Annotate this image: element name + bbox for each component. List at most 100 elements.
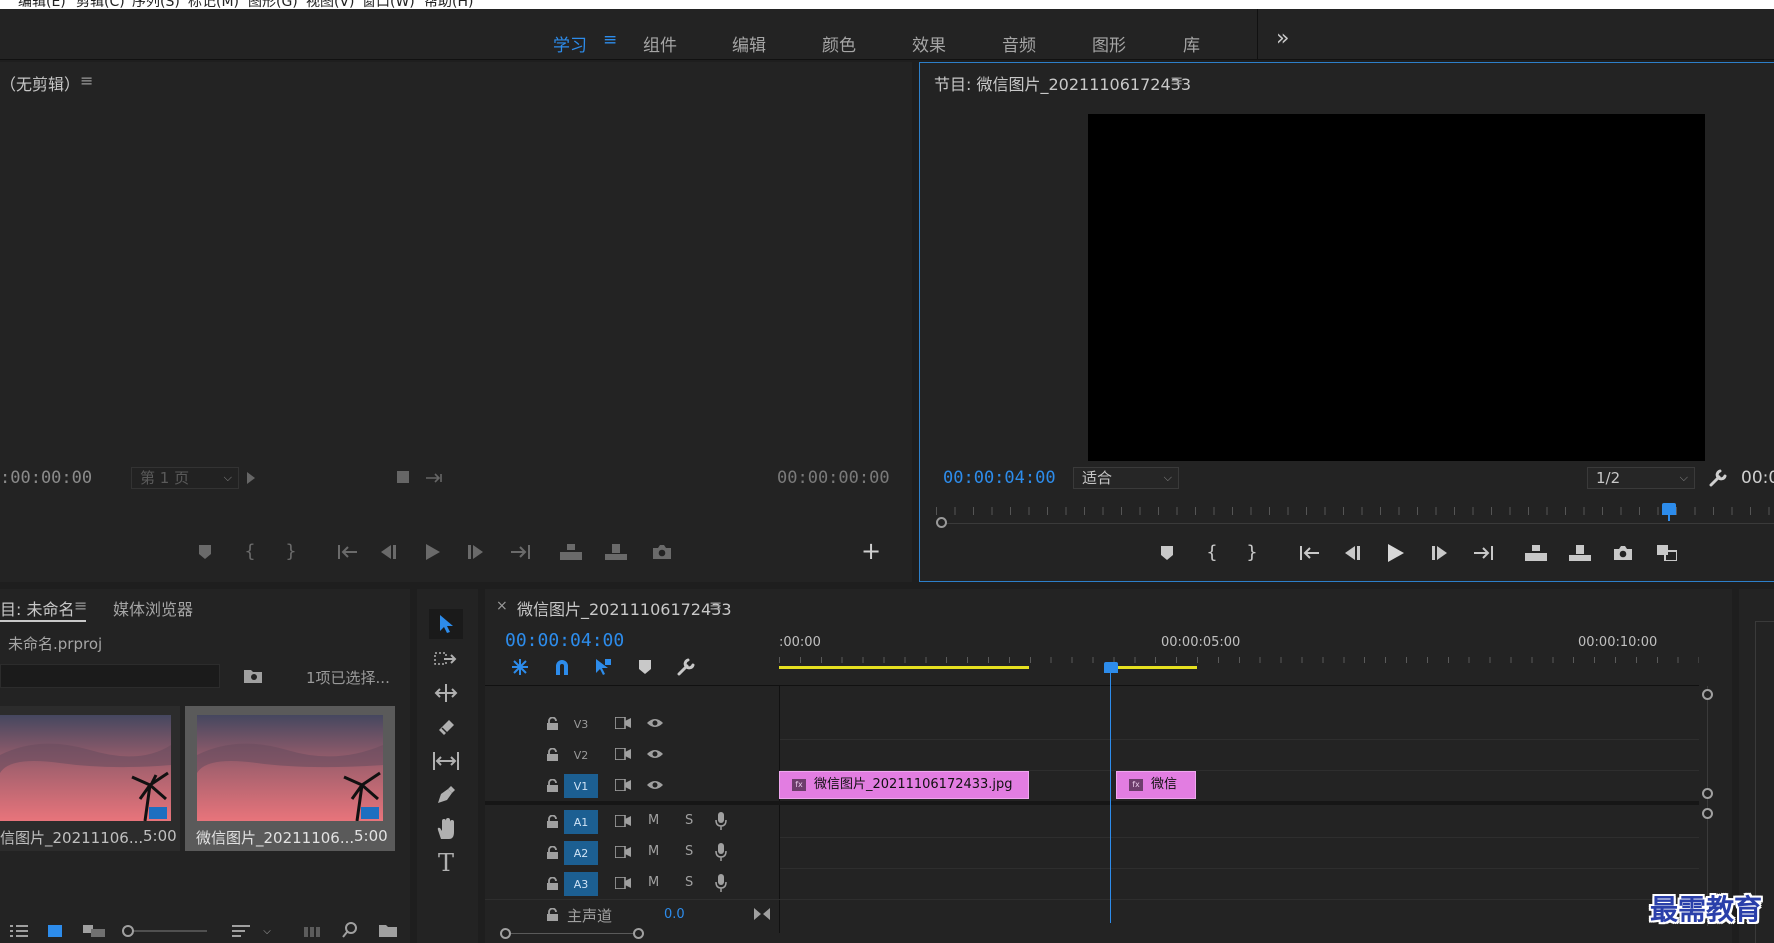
source-step-forward-icon[interactable] [466,542,486,562]
project-item-selected[interactable]: 微信图片_20211106... 5:00 [185,706,395,851]
zoom-slider-track[interactable] [127,930,207,932]
horizontal-scroll-handle[interactable] [500,928,511,939]
folder-search-icon[interactable] [242,666,264,686]
work-area-bar[interactable] [1115,666,1197,669]
lock-icon[interactable] [545,843,559,861]
source-monitor-title[interactable]: （无剪辑） [0,71,80,95]
source-settings-icon[interactable] [394,468,412,486]
program-video-frame[interactable] [1088,114,1705,461]
program-step-back-icon[interactable] [1342,543,1362,563]
solo-button[interactable]: S [685,813,693,828]
timeline-menu-icon[interactable]: ≡ [709,596,722,615]
timeline-clip[interactable]: fx 微信图片_20211106172433.jpg [779,771,1029,799]
vertical-scroll-handle[interactable] [1702,808,1713,819]
project-menu-icon[interactable]: ≡ [74,596,87,615]
program-lift-icon[interactable] [1524,543,1548,563]
track-target-v3[interactable]: V3 [564,712,598,736]
eye-icon[interactable] [645,714,665,732]
menu-window[interactable]: 窗口(W) [362,0,415,9]
project-tab[interactable]: 目: 未命名 [0,596,74,620]
source-insert-icon[interactable] [559,542,583,562]
play-small-icon[interactable] [244,470,258,486]
program-resolution-select[interactable]: 1/2 ⌵ [1587,467,1695,489]
lock-icon[interactable] [545,745,559,763]
mute-button[interactable]: M [648,875,659,890]
workspace-menu-icon[interactable]: ≡ [603,30,617,50]
menu-sequence[interactable]: 序列(S) [132,0,180,9]
nest-toggle-icon[interactable] [509,657,531,677]
program-monitor-title[interactable]: 节目: 微信图片_20211106172433 [934,71,1191,95]
linked-selection-icon[interactable] [592,657,614,677]
program-playhead[interactable] [1662,503,1676,515]
mute-button[interactable]: M [648,813,659,828]
horizontal-scroll-handle[interactable] [633,928,644,939]
track-target-a2[interactable]: A2 [564,841,598,865]
program-marker-icon[interactable] [1158,543,1176,563]
snap-magnet-icon[interactable] [551,657,573,677]
microphone-icon[interactable] [713,873,729,893]
menu-marker[interactable]: 标记(M) [188,0,239,9]
program-mark-in-icon[interactable]: { [1204,541,1220,563]
source-menu-icon[interactable]: ≡ [80,71,93,90]
track-target-v1[interactable]: V1 [564,774,598,798]
program-menu-icon[interactable]: ≡ [1170,71,1183,90]
timeline-settings-wrench-icon[interactable] [675,657,697,677]
add-marker-icon[interactable] [635,657,655,677]
workspace-overflow-icon[interactable]: » [1276,26,1289,51]
program-play-icon[interactable] [1386,542,1406,564]
icon-view-icon[interactable] [46,923,64,939]
program-go-to-in-icon[interactable] [1298,543,1322,563]
program-step-forward-icon[interactable] [1430,543,1450,563]
source-camera-icon[interactable] [651,542,673,562]
work-area-bar[interactable] [779,666,1029,669]
list-view-icon[interactable] [8,923,30,939]
microphone-icon[interactable] [713,842,729,862]
track-target-v2[interactable]: V2 [564,743,598,767]
microphone-icon[interactable] [713,811,729,831]
program-extract-icon[interactable] [1568,543,1592,563]
source-marker-icon[interactable] [196,542,214,562]
type-tool-icon[interactable]: T [431,849,461,877]
lock-icon[interactable] [545,714,559,732]
menu-clip[interactable]: 剪辑(C) [76,0,125,9]
program-go-to-out-icon[interactable] [1471,543,1495,563]
menu-edit[interactable]: 编辑(E) [18,0,66,9]
automate-to-sequence-icon[interactable] [302,923,324,939]
project-search-input[interactable] [0,664,220,688]
workspace-tab-assembly[interactable]: 组件 [643,31,677,56]
source-step-back-icon[interactable] [378,542,398,562]
solo-button[interactable]: S [685,875,693,890]
workspace-tab-libraries[interactable]: 库 [1183,31,1200,56]
menu-graphics[interactable]: 图形(G) [248,0,298,9]
timeline-ruler[interactable]: :00:00 00:00:05:00 00:00:10:00 [779,625,1699,673]
timeline-sequence-tab[interactable]: 微信图片_20211106172433 [517,596,732,620]
source-overwrite-icon[interactable] [604,542,628,562]
hand-tool-icon[interactable] [431,817,461,841]
timeline-close-icon[interactable]: × [496,598,508,614]
search-icon[interactable] [340,921,360,939]
media-browser-tab[interactable]: 媒体浏览器 [113,596,193,620]
vertical-scroll-handle[interactable] [1702,689,1713,700]
lock-icon[interactable] [545,905,559,923]
program-settings-wrench-icon[interactable] [1707,467,1729,489]
program-fit-select[interactable]: 适合 ⌵ [1073,467,1179,489]
pen-tool-icon[interactable] [431,783,461,807]
sync-lock-icon[interactable] [613,812,633,830]
workspace-tab-effects[interactable]: 效果 [912,31,946,56]
track-target-a3[interactable]: A3 [564,872,598,896]
chevron-down-icon[interactable]: ⌵ [260,923,274,939]
workspace-tab-color[interactable]: 颜色 [822,31,856,56]
source-timecode[interactable]: :00:00:00 [0,468,92,488]
zoom-slider-handle[interactable] [122,925,134,937]
sync-lock-icon[interactable] [613,874,633,892]
sort-icon[interactable] [230,923,252,939]
timeline-clip[interactable]: fx 微信 [1116,771,1196,799]
timeline-timecode[interactable]: 00:00:04:00 [505,630,624,651]
solo-button[interactable]: S [685,844,693,859]
horizontal-scroll-track[interactable] [505,933,639,934]
razor-tool-icon[interactable] [431,715,461,739]
source-mark-in-icon[interactable]: { [242,540,258,562]
project-item[interactable]: 信图片_20211106... 5:00 [0,706,180,851]
program-timecode[interactable]: 00:00:04:00 [943,468,1056,488]
workspace-tab-learn[interactable]: 学习 [553,31,587,56]
